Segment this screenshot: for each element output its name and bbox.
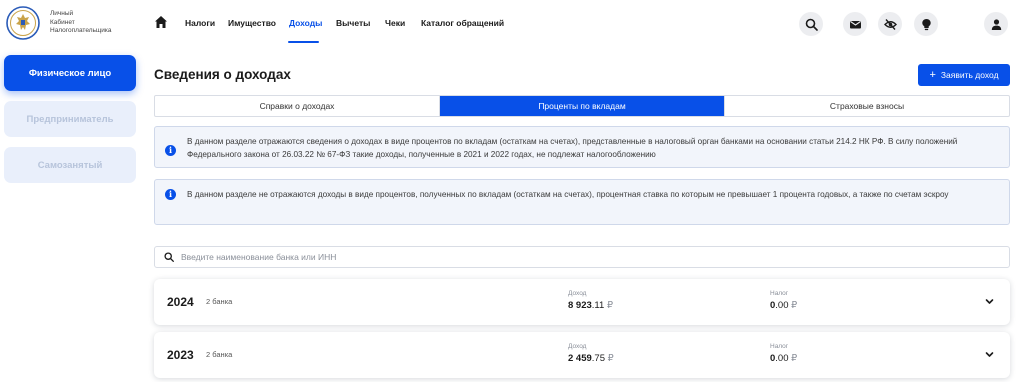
search-button[interactable] [799,12,823,36]
info-notice-text: В данном разделе не отражаются доходы в … [187,190,949,199]
nav-item-property[interactable]: Имущество [228,18,276,28]
nav-item-income[interactable]: Доходы [289,18,322,28]
income-fraction: .11 [591,300,605,311]
tab-insurance-contributions[interactable]: Страховые взносы [724,96,1009,116]
chevron-down-icon[interactable] [984,349,995,360]
income-whole: 8 923 [568,300,592,311]
income-value: 2 459.75 ₽ [568,353,614,364]
mail-icon [849,20,861,28]
sidebar: Личный Кабинет Налогоплательщика Физичес… [0,0,146,382]
sidebar-item-entrepreneur[interactable]: Предприниматель [4,101,136,137]
nav-active-indicator [288,41,319,43]
home-icon[interactable] [154,15,168,29]
logo-text: Личный Кабинет Налогоплательщика [50,10,111,36]
tab-income-certificates[interactable]: Справки о доходах [155,96,439,116]
nav-item-appeals-catalog[interactable]: Каталог обращений [421,18,504,28]
income-whole: 2 459 [568,353,592,364]
year-card[interactable]: 2023 2 банка Доход 2 459.75 ₽ Налог 0.00… [154,332,1010,378]
tax-label: Налог [770,290,789,297]
claim-income-label: Заявить доход [940,70,999,80]
hints-button[interactable] [914,12,938,36]
bank-count: 2 банка [206,350,233,359]
year-label: 2024 [167,295,194,309]
income-label: Доход [568,290,587,297]
info-icon: i [165,189,176,200]
profile-button[interactable] [984,12,1008,36]
eye-off-icon [883,18,897,30]
currency-symbol: ₽ [606,300,613,311]
top-nav: Налоги Имущество Доходы Вычеты Чеки Ката… [146,0,1024,48]
tax-value: 0.00 ₽ [770,353,797,364]
visibility-toggle-button[interactable] [878,12,902,36]
sidebar-item-self-employed[interactable]: Самозанятый [4,147,136,183]
info-notice-text: В данном разделе отражаются сведения о д… [187,137,958,159]
logo-line-2: Кабинет [50,18,75,26]
sidebar-item-individual[interactable]: Физическое лицо [4,55,136,91]
search-icon [164,252,174,262]
income-value: 8 923.11 ₽ [568,300,613,311]
page-title: Сведения о доходах [154,67,291,82]
fns-emblem-icon [6,6,40,40]
info-notice-interest: i В данном разделе отражаются сведения о… [154,126,1010,168]
income-tabs: Справки о доходах Проценты по вкладам Ст… [154,95,1010,117]
tax-value: 0.00 ₽ [770,300,797,311]
search-icon [805,18,818,31]
claim-income-button[interactable]: + Заявить доход [918,64,1010,86]
info-notice-exclusions: i В данном разделе не отражаются доходы … [154,179,1010,225]
plus-icon: + [929,68,936,81]
logo-line-1: Личный [50,10,74,18]
tax-fraction: .00 [775,300,789,311]
nav-item-deductions[interactable]: Вычеты [336,18,370,28]
tab-deposit-interest[interactable]: Проценты по вкладам [439,96,724,116]
messages-button[interactable] [843,12,867,36]
bank-count: 2 банка [206,297,233,306]
bank-search [154,246,1010,268]
nav-item-taxes[interactable]: Налоги [185,18,215,28]
logo-line-3: Налогоплательщика [50,27,112,35]
logo[interactable]: Личный Кабинет Налогоплательщика [6,6,111,40]
lightbulb-icon [921,18,931,30]
currency-symbol: ₽ [791,300,798,311]
year-card[interactable]: 2024 2 банка Доход 8 923.11 ₽ Налог 0.00… [154,279,1010,325]
income-fraction: .75 [591,353,605,364]
year-label: 2023 [167,348,194,362]
nav-item-receipts[interactable]: Чеки [385,18,405,28]
chevron-down-icon[interactable] [984,296,995,307]
info-icon: i [165,145,176,156]
income-label: Доход [568,343,587,350]
tax-fraction: .00 [775,353,789,364]
currency-symbol: ₽ [791,353,798,364]
currency-symbol: ₽ [607,353,614,364]
tax-label: Налог [770,343,789,350]
user-icon [991,18,1001,30]
search-input[interactable] [181,252,961,262]
